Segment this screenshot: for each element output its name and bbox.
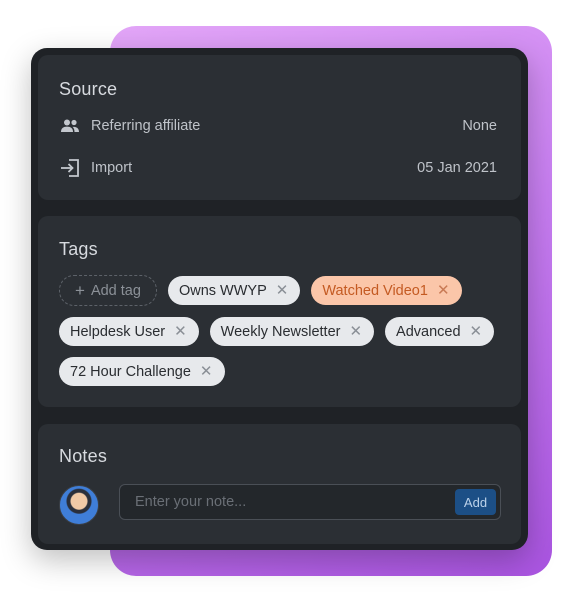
plus-icon: + xyxy=(75,281,85,300)
import-icon xyxy=(59,157,81,179)
close-icon[interactable]: ✕ xyxy=(349,324,362,339)
close-icon[interactable]: ✕ xyxy=(437,283,450,298)
avatar xyxy=(59,485,99,525)
add-note-button[interactable]: Add xyxy=(455,489,496,515)
tag-chip-highlighted[interactable]: Watched Video1 ✕ xyxy=(311,276,462,305)
contact-details-panel: Source Referring affiliate None Import 0… xyxy=(31,48,528,550)
tag-chip[interactable]: Advanced ✕ xyxy=(385,317,495,346)
tag-chip[interactable]: 72 Hour Challenge ✕ xyxy=(59,357,225,386)
import-date-value: 05 Jan 2021 xyxy=(417,160,497,176)
referring-affiliate-value: None xyxy=(462,118,497,134)
note-input-box: Add xyxy=(119,484,501,520)
tag-chip[interactable]: Weekly Newsletter ✕ xyxy=(209,317,375,346)
close-icon[interactable]: ✕ xyxy=(200,364,213,379)
add-tag-button[interactable]: + Add tag xyxy=(59,275,157,306)
tag-label: Weekly Newsletter xyxy=(220,323,341,340)
close-icon[interactable]: ✕ xyxy=(470,324,483,339)
tags-title: Tags xyxy=(59,239,98,259)
import-label: Import xyxy=(91,160,133,176)
notes-section: Notes Add xyxy=(38,424,521,544)
referring-affiliate-row: Referring affiliate None xyxy=(59,114,497,138)
tag-label: Helpdesk User xyxy=(70,323,166,340)
tag-chip[interactable]: Helpdesk User ✕ xyxy=(59,317,199,346)
source-section: Source Referring affiliate None Import 0… xyxy=(38,55,521,200)
note-input[interactable] xyxy=(133,493,455,511)
notes-title: Notes xyxy=(59,446,108,466)
close-icon[interactable]: ✕ xyxy=(276,283,289,298)
referring-affiliate-label: Referring affiliate xyxy=(91,118,201,134)
import-row: Import 05 Jan 2021 xyxy=(59,156,497,180)
add-tag-label: Add tag xyxy=(90,282,141,299)
tag-label: 72 Hour Challenge xyxy=(70,363,191,380)
tag-label: Advanced xyxy=(396,323,461,340)
tags-section: Tags + Add tag Owns WWYP ✕ Watched Video… xyxy=(38,216,521,407)
close-icon[interactable]: ✕ xyxy=(174,324,187,339)
people-icon xyxy=(59,115,81,137)
source-title: Source xyxy=(59,79,118,99)
tag-chip[interactable]: Owns WWYP ✕ xyxy=(167,276,301,305)
tag-label: Watched Video1 xyxy=(322,282,428,299)
tag-label: Owns WWYP xyxy=(178,282,267,299)
tag-list: + Add tag Owns WWYP ✕ Watched Video1 ✕ H… xyxy=(59,275,509,397)
